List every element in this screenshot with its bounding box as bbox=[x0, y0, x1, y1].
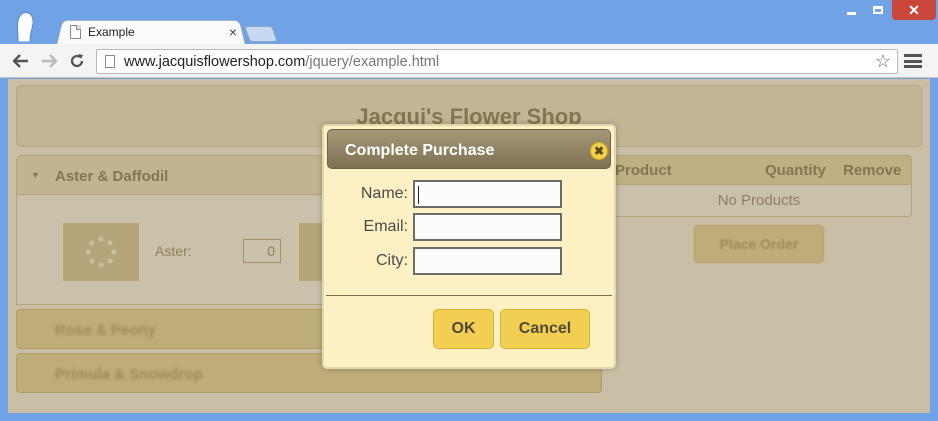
forward-button[interactable] bbox=[38, 50, 60, 72]
name-row: Name: bbox=[324, 180, 614, 208]
email-row: Email: bbox=[324, 213, 614, 241]
back-arrow-icon bbox=[13, 54, 28, 68]
back-button[interactable] bbox=[10, 50, 32, 72]
hamburger-menu-icon[interactable] bbox=[904, 54, 922, 68]
url-path: /jquery/example.html bbox=[305, 53, 440, 70]
city-row: City: bbox=[324, 247, 614, 275]
email-label: Email: bbox=[363, 218, 408, 235]
purchase-dialog: Complete Purchase ✖ Name: Email: City: O… bbox=[322, 124, 616, 369]
url-host: www.jacquisflowershop.com bbox=[124, 53, 306, 70]
page-icon bbox=[70, 25, 81, 39]
maximize-button[interactable] bbox=[866, 0, 890, 20]
dialog-divider bbox=[326, 295, 612, 296]
name-label: Name: bbox=[360, 185, 408, 202]
maximize-icon bbox=[873, 6, 883, 14]
tab-content: Example × bbox=[70, 22, 240, 42]
window-close-button[interactable]: ✕ bbox=[892, 0, 936, 20]
ok-button[interactable]: OK bbox=[433, 309, 494, 349]
new-tab-button[interactable] bbox=[244, 26, 278, 42]
tab-close-icon[interactable]: × bbox=[226, 24, 240, 40]
address-bar[interactable]: www.jacquisflowershop.com/jquery/example… bbox=[96, 49, 898, 74]
name-field[interactable] bbox=[413, 180, 562, 208]
city-label: City: bbox=[376, 252, 408, 269]
email-field[interactable] bbox=[413, 213, 562, 241]
forward-arrow-icon bbox=[42, 54, 57, 68]
browser-titlebar: Example × ✕ bbox=[0, 0, 938, 45]
text-cursor bbox=[418, 186, 419, 204]
tab-title: Example bbox=[88, 25, 135, 39]
user-profile-icon[interactable] bbox=[8, 8, 42, 42]
browser-toolbar: www.jacquisflowershop.com/jquery/example… bbox=[0, 44, 938, 78]
reload-icon bbox=[70, 54, 84, 68]
star-icon[interactable]: ☆ bbox=[875, 50, 891, 73]
dialog-titlebar[interactable]: Complete Purchase ✖ bbox=[327, 129, 611, 169]
cancel-button[interactable]: Cancel bbox=[500, 309, 590, 349]
minimize-icon bbox=[846, 11, 856, 15]
city-field[interactable] bbox=[413, 247, 562, 275]
reload-button[interactable] bbox=[66, 50, 88, 72]
close-icon[interactable]: ✖ bbox=[590, 142, 608, 160]
page-icon bbox=[105, 55, 115, 68]
dialog-title: Complete Purchase bbox=[345, 142, 495, 159]
minimize-button[interactable] bbox=[838, 0, 864, 20]
